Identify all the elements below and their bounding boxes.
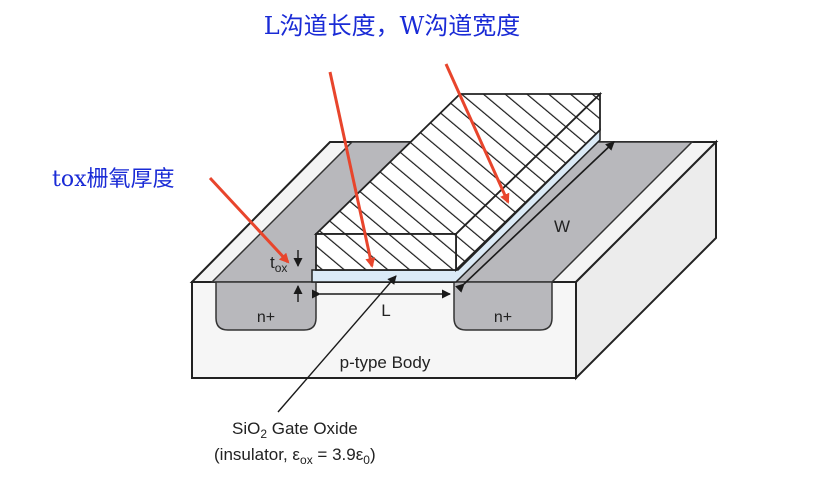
mosfet-structure-diagram: L沟道长度，W沟道宽度 tox栅氧厚度 n+ n+ p-type Body L … xyxy=(52,12,719,467)
tox-sub: ox xyxy=(275,261,288,275)
source-label: n+ xyxy=(257,309,275,326)
body-label: p-type Body xyxy=(340,353,431,372)
oxide-line2-a: (insulator, ε xyxy=(214,445,300,464)
oxide-line2-b: = 3.9ε xyxy=(313,445,364,464)
top-caption: L沟道长度，W沟道宽度 xyxy=(264,12,521,40)
oxide-caption-line1: SiO2 Gate Oxide xyxy=(232,419,358,441)
oxide-line2-sub1: ox xyxy=(300,453,313,467)
length-label: L xyxy=(381,301,390,320)
left-caption: tox栅氧厚度 xyxy=(52,167,175,192)
drain-label: n+ xyxy=(494,309,512,326)
gate-front-face xyxy=(315,233,457,271)
oxide-line1-a: SiO xyxy=(232,419,260,438)
oxide-caption-line2: (insulator, εox = 3.9ε0) xyxy=(214,445,376,467)
oxide-line2-c: ) xyxy=(370,445,376,464)
width-label: W xyxy=(554,217,570,236)
oxide-line1-b: Gate Oxide xyxy=(267,419,358,438)
